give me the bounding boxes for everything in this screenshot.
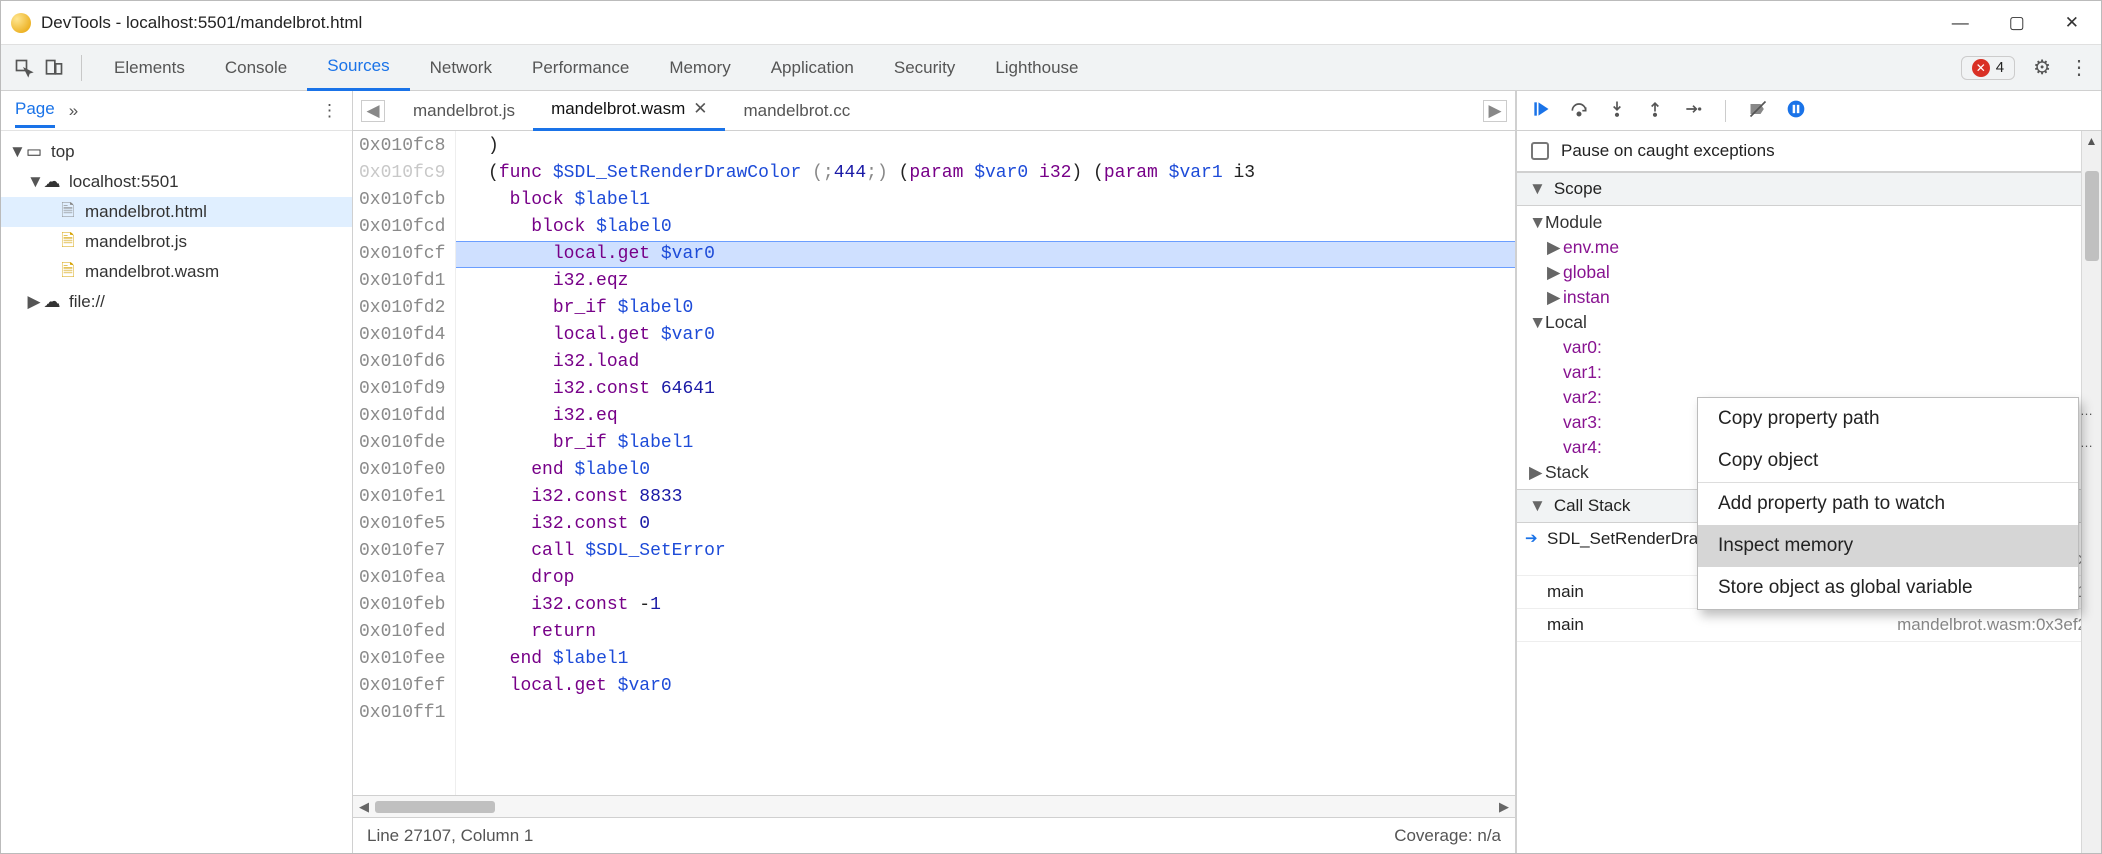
app-favicon <box>11 13 31 33</box>
navigator-tab-page[interactable]: Page <box>15 99 55 128</box>
context-menu-item-store-global[interactable]: Store object as global variable <box>1698 567 2078 609</box>
status-bar: Line 27107, Column 1 Coverage: n/a <box>353 817 1515 853</box>
scroll-thumb[interactable] <box>2085 171 2099 261</box>
file-icon: 🗎 <box>57 233 79 251</box>
context-menu-item-add-watch[interactable]: Add property path to watch <box>1698 483 2078 525</box>
tree-file-wasm[interactable]: 🗎 mandelbrot.wasm <box>1 257 352 287</box>
tab-elements[interactable]: Elements <box>94 45 205 91</box>
code-editor[interactable]: 0x010fc80x010fc90x010fcb0x010fcd0x010fcf… <box>353 131 1515 795</box>
tab-console[interactable]: Console <box>205 45 307 91</box>
file-icon: 🗎 <box>57 263 79 281</box>
navigator-pane: Page » ▼ ▭ top ▼ ☁ localhost:5501 🗎 mand… <box>1 91 353 853</box>
tab-lighthouse[interactable]: Lighthouse <box>975 45 1098 91</box>
scope-module-item[interactable]: ▶env.me <box>1517 235 2101 260</box>
tab-sources[interactable]: Sources <box>307 45 409 91</box>
gutter: 0x010fc80x010fc90x010fcb0x010fcd0x010fcf… <box>353 131 456 795</box>
tree-node-file-scheme[interactable]: ▶ ☁ file:// <box>1 287 352 317</box>
settings-gear-icon[interactable]: ⚙ <box>2033 55 2051 80</box>
debugger-pane: Pause on caught exceptions ▼Scope ▼Modul… <box>1516 91 2101 853</box>
tab-performance[interactable]: Performance <box>512 45 649 91</box>
editor-horizontal-scrollbar[interactable]: ◀ ▶ <box>353 795 1515 817</box>
step-over-icon[interactable] <box>1569 99 1589 122</box>
context-menu-item-copy-path[interactable]: Copy property path <box>1698 398 2078 440</box>
file-tabbar: ◀ mandelbrot.js mandelbrot.wasm ✕ mandel… <box>353 91 1515 131</box>
window-title: DevTools - localhost:5501/mandelbrot.htm… <box>41 13 362 33</box>
code-lines: ) (func $SDL_SetRenderDrawColor (;444;) … <box>456 131 1515 795</box>
error-count: 4 <box>1996 59 2004 76</box>
titlebar: DevTools - localhost:5501/mandelbrot.htm… <box>1 1 2101 45</box>
scroll-thumb[interactable] <box>375 801 495 813</box>
cloud-icon: ☁ <box>41 293 63 311</box>
right-pane-scrollbar[interactable]: ▲ <box>2081 131 2101 853</box>
debugger-toolbar <box>1517 91 2101 131</box>
truncated-value-ellipsis: … <box>2080 435 2093 450</box>
file-tab-js[interactable]: mandelbrot.js <box>395 91 533 131</box>
close-tab-icon[interactable]: ✕ <box>693 99 707 119</box>
step-icon[interactable] <box>1683 99 1703 122</box>
resume-icon[interactable] <box>1531 99 1551 122</box>
scope-local[interactable]: ▼Local <box>1517 310 2101 335</box>
scope-module-item[interactable]: ▶global <box>1517 260 2101 285</box>
navigator-kebab-icon[interactable] <box>321 101 338 121</box>
editor-nav-back-icon[interactable]: ◀ <box>361 100 385 122</box>
cloud-icon: ☁ <box>41 173 63 191</box>
close-button[interactable]: ✕ <box>2065 13 2079 33</box>
coverage-status: Coverage: n/a <box>1394 826 1501 846</box>
pause-caught-checkbox[interactable] <box>1531 142 1549 160</box>
tab-network[interactable]: Network <box>410 45 512 91</box>
file-tree: ▼ ▭ top ▼ ☁ localhost:5501 🗎 mandelbrot.… <box>1 131 352 323</box>
truncated-value-ellipsis: … <box>2080 403 2093 418</box>
scope-module-item[interactable]: ▶instan <box>1517 285 2101 310</box>
navigator-more-icon[interactable]: » <box>69 101 78 121</box>
cursor-position: Line 27107, Column 1 <box>367 826 533 846</box>
step-out-icon[interactable] <box>1645 99 1665 122</box>
file-icon: 🗎 <box>57 203 79 221</box>
tree-node-top[interactable]: ▼ ▭ top <box>1 137 352 167</box>
editor-pane: ◀ mandelbrot.js mandelbrot.wasm ✕ mandel… <box>353 91 1516 853</box>
editor-nav-forward-icon[interactable]: ▶ <box>1483 100 1507 122</box>
tree-node-host[interactable]: ▼ ☁ localhost:5501 <box>1 167 352 197</box>
minimize-button[interactable]: — <box>1952 13 1969 33</box>
error-cross-icon: ✕ <box>1972 59 1990 77</box>
devtools-tabbar: Elements Console Sources Network Perform… <box>1 45 2101 91</box>
kebab-menu-icon[interactable] <box>2069 55 2089 80</box>
context-menu-item-inspect-memory[interactable]: Inspect memory <box>1698 525 2078 567</box>
toggle-device-toolbar-icon[interactable] <box>39 53 69 83</box>
scope-local-var[interactable]: var1: <box>1517 360 2101 385</box>
error-badge[interactable]: ✕ 4 <box>1961 56 2015 80</box>
tree-file-js[interactable]: 🗎 mandelbrot.js <box>1 227 352 257</box>
scope-local-var[interactable]: var0: <box>1517 335 2101 360</box>
inspect-element-icon[interactable] <box>9 53 39 83</box>
file-tab-wasm[interactable]: mandelbrot.wasm ✕ <box>533 91 725 131</box>
section-scope[interactable]: ▼Scope <box>1517 172 2101 206</box>
deactivate-breakpoints-icon[interactable] <box>1748 99 1768 122</box>
pause-exceptions-icon[interactable] <box>1786 99 1806 122</box>
file-tab-cc[interactable]: mandelbrot.cc <box>725 91 868 131</box>
context-menu: Copy property path Copy object Add prope… <box>1697 397 2079 610</box>
scope-module[interactable]: ▼Module <box>1517 210 2101 235</box>
window-frame-icon: ▭ <box>23 143 45 161</box>
callstack-frame[interactable]: mainmandelbrot.wasm:0x3ef2 <box>1517 609 2101 642</box>
maximize-button[interactable]: ▢ <box>2009 13 2025 33</box>
pause-caught-label: Pause on caught exceptions <box>1561 141 1775 161</box>
tab-security[interactable]: Security <box>874 45 975 91</box>
tab-memory[interactable]: Memory <box>649 45 750 91</box>
tab-application[interactable]: Application <box>751 45 874 91</box>
context-menu-item-copy-object[interactable]: Copy object <box>1698 440 2078 482</box>
tree-file-html[interactable]: 🗎 mandelbrot.html <box>1 197 352 227</box>
step-into-icon[interactable] <box>1607 99 1627 122</box>
